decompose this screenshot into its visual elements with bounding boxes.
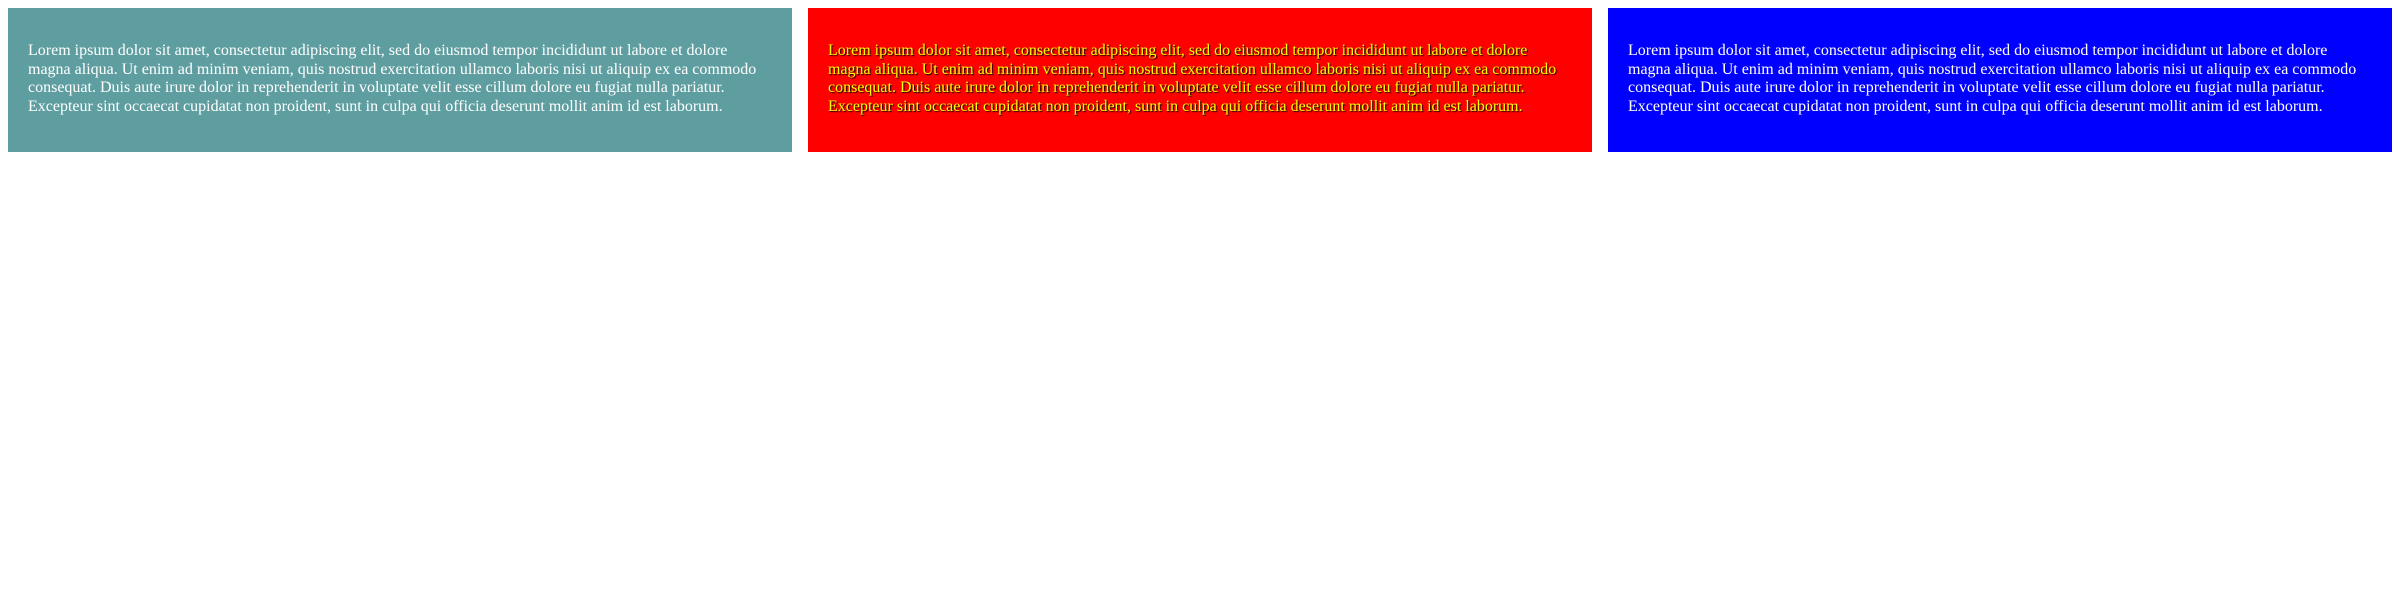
panel-row: Lorem ipsum dolor sit amet, consectetur … (8, 8, 2392, 152)
red-panel: Lorem ipsum dolor sit amet, consectetur … (808, 8, 1592, 152)
blue-panel: Lorem ipsum dolor sit amet, consectetur … (1608, 8, 2392, 152)
red-panel-text: Lorem ipsum dolor sit amet, consectetur … (828, 42, 1557, 115)
blue-panel-text: Lorem ipsum dolor sit amet, consectetur … (1628, 42, 2357, 115)
teal-panel: Lorem ipsum dolor sit amet, consectetur … (8, 8, 792, 152)
teal-panel-text: Lorem ipsum dolor sit amet, consectetur … (28, 42, 757, 115)
